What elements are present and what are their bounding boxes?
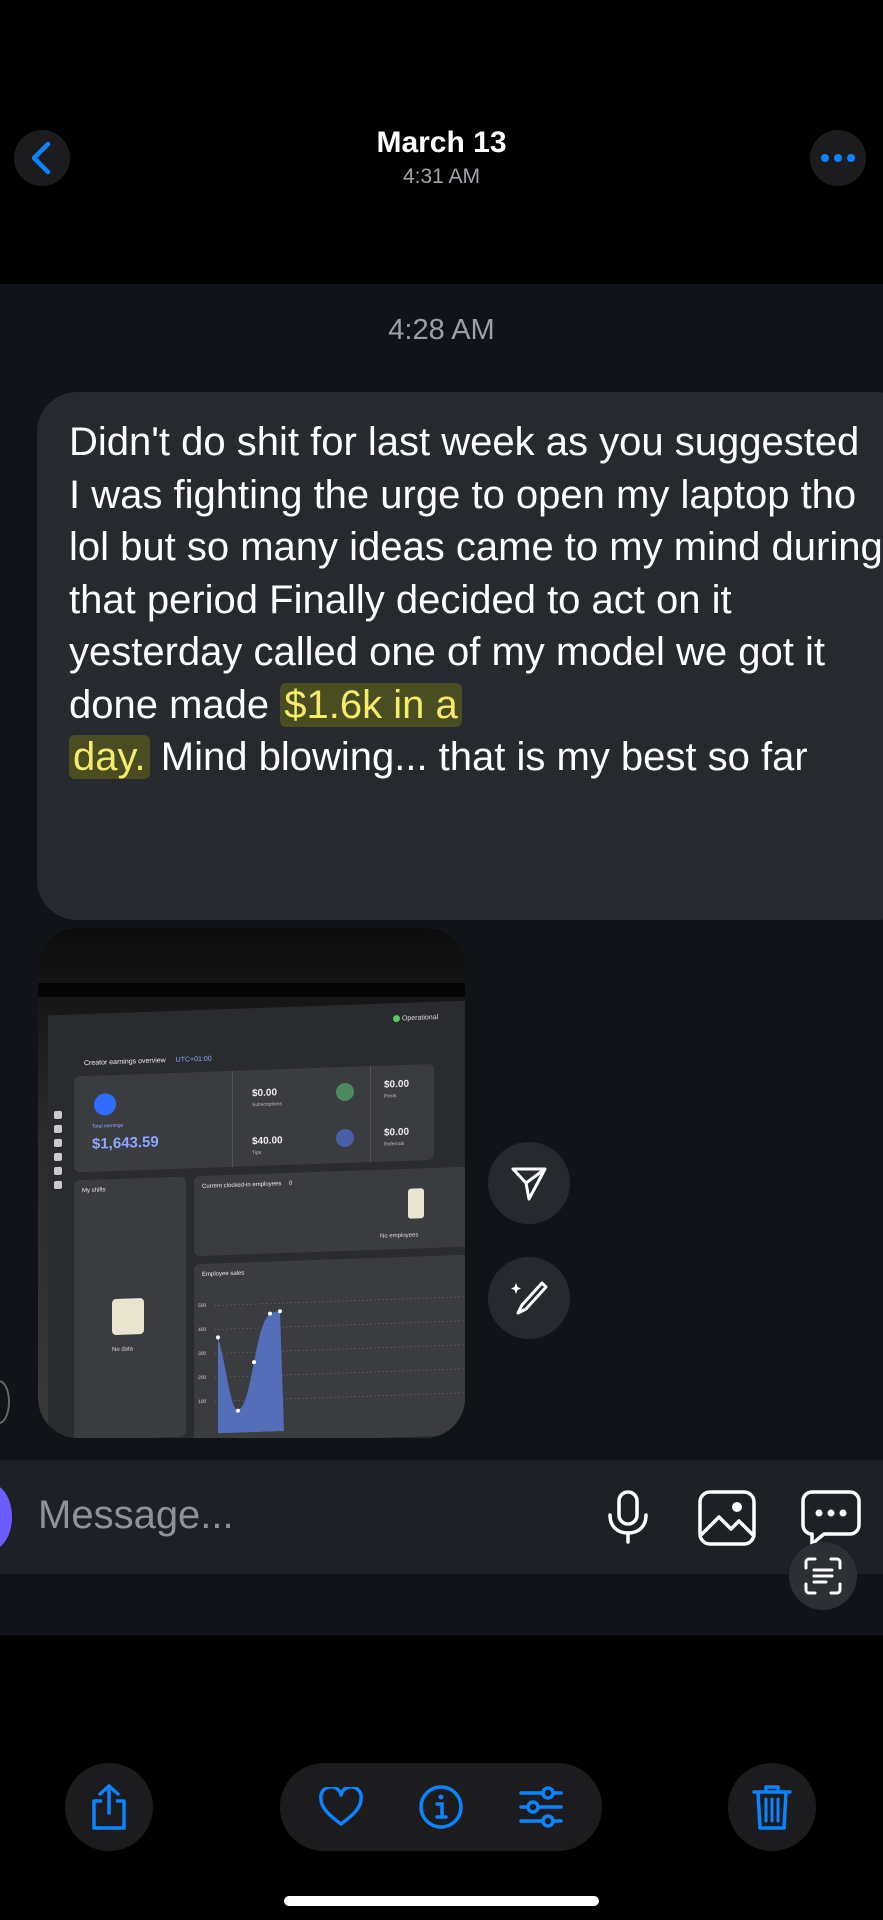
more-button[interactable] [810, 130, 866, 186]
divider [370, 1066, 371, 1163]
laptop-bezel [38, 983, 465, 997]
microphone-button[interactable] [604, 1489, 652, 1545]
brand-logo-icon [94, 1092, 116, 1116]
image-icon [697, 1489, 757, 1547]
header-date: March 13 [376, 126, 507, 159]
info-button[interactable] [418, 1784, 464, 1830]
sales-tick-label: 100 [198, 1398, 207, 1406]
sales-card: Employee sales 500 400 300 200 100 [194, 1254, 465, 1438]
shifts-label: My shifts [82, 1187, 106, 1195]
message-text: Didn't do shit for last week as you sugg… [69, 416, 883, 784]
favorite-button[interactable] [318, 1787, 364, 1827]
microphone-icon [604, 1489, 652, 1545]
posts-value: $0.00 [384, 1078, 410, 1091]
tips-label: Tips [252, 1149, 262, 1157]
referrals-value: $0.00 [384, 1126, 410, 1139]
message-bubble[interactable]: Didn't do shit for last week as you sugg… [37, 392, 883, 920]
message-input[interactable]: Message... [38, 1493, 234, 1538]
message-text-part2: Mind blowing... that is my best so far [149, 735, 808, 779]
info-icon [418, 1784, 464, 1830]
sales-tick-label: 200 [198, 1374, 207, 1382]
share-icon [88, 1783, 130, 1831]
status-text: Operational [401, 1014, 439, 1023]
sales-label: Employee sales [202, 1270, 245, 1278]
attached-photo[interactable]: Operational Creator earnings overview UT… [38, 928, 465, 1438]
clocked-count: 0 [289, 1180, 293, 1187]
delete-button[interactable] [728, 1763, 816, 1851]
divider [232, 1070, 233, 1167]
sales-tick-label: 400 [198, 1326, 207, 1334]
chat-bubble-icon [800, 1489, 862, 1547]
share-button[interactable] [65, 1763, 153, 1851]
timezone-text: UTC+01:00 [175, 1055, 212, 1064]
gallery-button[interactable] [697, 1489, 757, 1547]
clocked-label: Current clocked-in employees [202, 1181, 282, 1190]
subscriptions-value: $0.00 [252, 1087, 278, 1100]
sliders-icon [518, 1785, 564, 1829]
sparkle-brush-icon [508, 1277, 550, 1319]
message-text-part1: Didn't do shit for last week as you sugg… [69, 420, 883, 727]
adjust-button[interactable] [518, 1785, 564, 1829]
chat-options-button[interactable] [800, 1489, 862, 1547]
dashboard-sidebar [54, 1105, 66, 1305]
posts-label: Posts [384, 1093, 397, 1100]
sales-chart [214, 1296, 464, 1434]
header-time: 4:31 AM [402, 165, 481, 188]
subscriptions-label: Subscriptions [252, 1101, 283, 1109]
referrals-label: Referrals [384, 1140, 405, 1148]
no-data-text: No data [112, 1346, 134, 1354]
clocked-title: Current clocked-in employees 0 [202, 1181, 292, 1190]
forward-button[interactable] [488, 1142, 570, 1224]
sales-tick-label: 300 [198, 1350, 207, 1358]
dashboard-screen: Operational Creator earnings overview UT… [48, 1000, 465, 1438]
highlighted-amount: $1.6k in a [280, 682, 462, 727]
no-employees-text: No employees [380, 1232, 419, 1240]
highlighted-day: day. [69, 735, 150, 779]
send-icon [509, 1163, 549, 1203]
total-earnings-label: Total earnings [92, 1122, 124, 1130]
sales-area [218, 1311, 284, 1434]
heart-icon [318, 1787, 364, 1827]
live-text-icon [803, 1556, 843, 1596]
edit-button[interactable] [488, 1257, 570, 1339]
total-earnings-value: $1,643.59 [92, 1133, 159, 1153]
clocked-card: Current clocked-in employees 0 No employ… [194, 1166, 465, 1257]
live-text-button[interactable] [789, 1542, 857, 1610]
message-timestamp: 4:28 AM [388, 314, 495, 346]
home-indicator [284, 1896, 599, 1906]
status-pill: Operational [393, 1014, 438, 1023]
overview-title: Creator earnings overview UTC+01:00 [84, 1056, 212, 1067]
tips-value: $40.00 [252, 1135, 283, 1148]
empty-state-icon [408, 1188, 424, 1219]
referrals-icon [336, 1128, 354, 1148]
ellipsis-icon [820, 153, 856, 163]
earnings-card: Total earnings $1,643.59 $0.00 Subscript… [74, 1063, 434, 1173]
sales-tick-label: 500 [198, 1302, 207, 1310]
empty-state-icon [112, 1297, 144, 1336]
posts-icon [336, 1082, 354, 1102]
overview-title-text: Creator earnings overview [84, 1057, 166, 1068]
trash-icon [751, 1783, 793, 1831]
shifts-card: My shifts No data [74, 1176, 186, 1438]
sales-tick-labels: 500 400 300 200 100 [198, 1302, 212, 1424]
